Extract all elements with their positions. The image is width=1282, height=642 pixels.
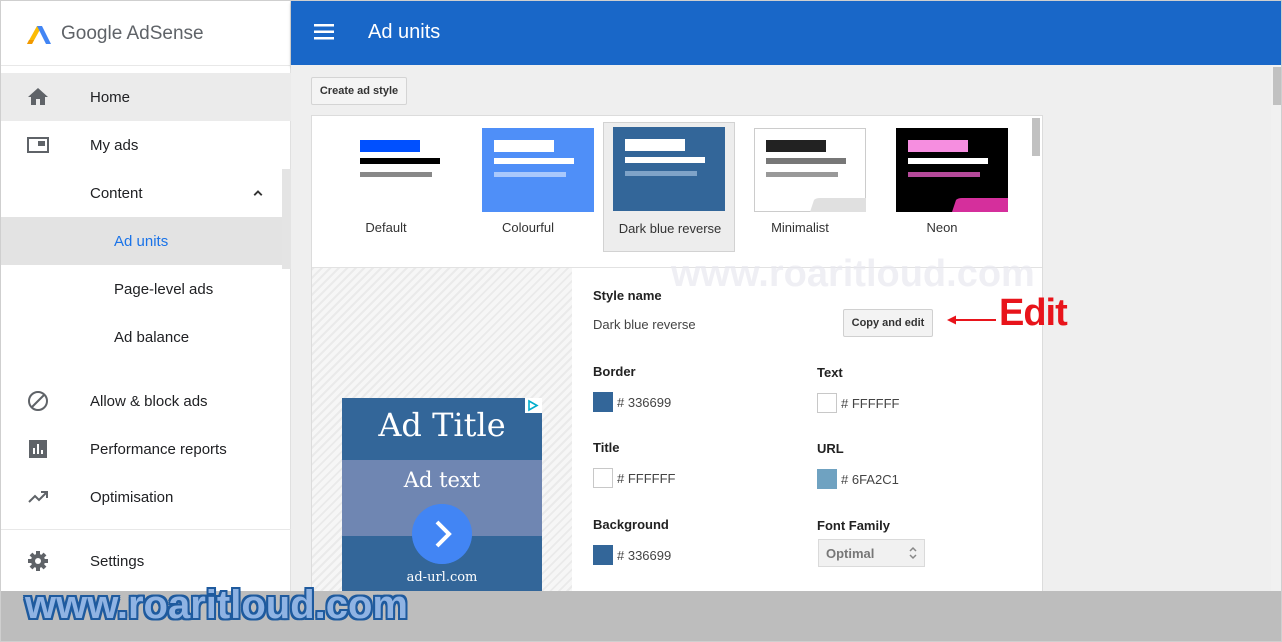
adchoices-icon [525,398,542,413]
sidebar-item-allow-block-ads[interactable]: Allow & block ads [1,377,291,425]
url-color-value: # 6FA2C1 [841,472,899,487]
text-color-value: # FFFFFF [841,396,900,411]
style-name: Neon [926,220,958,235]
copy-and-edit-button[interactable]: Copy and edit [843,309,933,337]
background-color-value: # 336699 [617,548,672,563]
logo[interactable]: Google AdSense [25,19,204,49]
sidebar-item-home[interactable]: Home [1,73,291,121]
title-color-label: Title [593,440,620,455]
sidebar-scrollbar[interactable] [282,169,291,269]
style-card-colourful[interactable]: Colourful [462,122,594,252]
ad-preview-text: Ad text [403,468,481,492]
title-color-swatch[interactable] [593,468,613,488]
gallery-scrollbar[interactable] [1032,118,1040,156]
sidebar-item-ad-balance[interactable]: Ad balance [1,313,291,361]
annotation-arrow-icon [947,315,996,325]
border-color-value: # 336699 [617,395,672,410]
style-thumbnail [754,128,866,212]
border-color-label: Border [593,364,636,379]
gear-icon [28,551,48,571]
sidebar-item-label: Home [90,88,131,106]
block-icon [28,391,48,411]
sidebar-item-label: Optimisation [90,488,174,506]
ad-style-panel: Default Colourful Dark blue reverse Mini… [311,115,1043,641]
style-name-label: Style name [593,288,662,303]
sidebar-item-content[interactable]: Content [1,169,291,217]
divider [1,65,291,66]
style-card-default[interactable]: Default [320,122,452,252]
font-family-value: Optimal [826,545,875,561]
border-color-swatch[interactable] [593,392,613,412]
top-app-bar: Ad units [291,1,1281,65]
ad-preview-title: Ad Title [378,406,506,444]
style-card-minimalist[interactable]: Minimalist [734,122,866,252]
divider [1,529,291,530]
background-color-label: Background [593,517,669,532]
ad-preview: Ad Title Ad text ad-url.com [342,398,542,592]
sidebar-item-settings[interactable]: Settings [1,537,291,585]
sidebar: Google AdSense Home My ads Content Ad un… [1,1,291,641]
screenshot-root: Google AdSense Home My ads Content Ad un… [0,0,1282,642]
trending-up-icon [28,491,48,503]
sidebar-item-label: My ads [90,136,139,154]
select-arrows-icon [909,546,917,560]
bar-chart-icon [29,440,47,458]
style-thumbnail [613,127,725,211]
ad-style-gallery: Default Colourful Dark blue reverse Mini… [312,116,1042,268]
sidebar-item-label: Performance reports [90,440,227,458]
background-color-swatch[interactable] [593,545,613,565]
main-scrollbar[interactable] [1271,65,1281,641]
watermark-text: www.roaritloud.com [25,583,408,627]
style-thumbnail [482,128,594,212]
title-color-value: # FFFFFF [617,471,676,486]
chevron-up-icon[interactable] [249,184,267,202]
menu-icon[interactable] [314,23,334,41]
url-color-label: URL [817,441,844,456]
chevron-right-icon [412,504,472,564]
adsense-logo-icon [27,26,51,44]
sidebar-item-optimisation[interactable]: Optimisation [1,473,291,521]
style-name: Minimalist [771,220,829,235]
main-content: Create ad style Default Colourful Dark b… [291,65,1281,641]
sidebar-item-label: Content [90,184,143,202]
style-card-neon[interactable]: Neon [876,122,1008,252]
sidebar-item-label: Settings [90,552,145,570]
style-name: Colourful [501,220,555,235]
text-color-swatch[interactable] [817,393,837,413]
style-thumbnail [896,128,1008,212]
style-name-value: Dark blue reverse [593,317,696,332]
logo-text: Google AdSense [61,23,204,44]
font-family-select[interactable]: Optimal [818,539,925,567]
text-color-label: Text [817,365,843,380]
sidebar-item-label: Allow & block ads [90,392,208,410]
sidebar-item-my-ads[interactable]: My ads [1,121,291,169]
sidebar-item-page-level-ads[interactable]: Page-level ads [1,265,291,313]
faint-watermark: www.roaritloud.com [671,253,1035,295]
sidebar-item-performance-reports[interactable]: Performance reports [1,425,291,473]
font-family-label: Font Family [817,518,890,533]
ads-icon [27,137,49,153]
sidebar-item-label: Ad units [114,232,169,250]
annotation-edit-label: Edit [999,292,1068,334]
style-thumbnail [340,128,452,212]
style-card-dark-blue-reverse[interactable]: Dark blue reverse [603,122,735,252]
home-icon [28,88,48,105]
sidebar-item-label: Page-level ads [114,280,214,298]
create-ad-style-button[interactable]: Create ad style [311,77,407,105]
style-name: Default [365,220,407,235]
sidebar-item-ad-units[interactable]: Ad units [1,217,282,265]
page-title: Ad units [368,21,441,43]
url-color-swatch[interactable] [817,469,837,489]
main-scrollbar-thumb[interactable] [1273,67,1281,105]
sidebar-item-label: Ad balance [114,328,190,346]
